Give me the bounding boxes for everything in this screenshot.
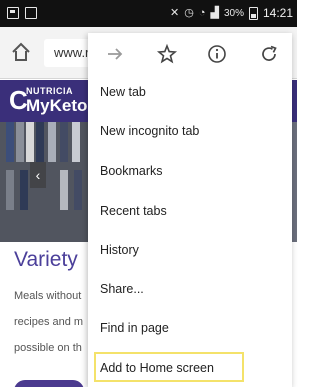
overflow-menu: New tab New incognito tab Bookmarks Rece… <box>88 33 292 387</box>
battery-percent: 30% <box>223 7 244 19</box>
page-heading: Variety <box>14 248 78 271</box>
wifi-icon: ◔ <box>198 7 206 19</box>
page-cta-button[interactable] <box>14 380 84 387</box>
menu-item-bookmarks[interactable]: Bookmarks <box>88 156 292 186</box>
menu-item-history[interactable]: History <box>88 235 292 265</box>
forward-arrow-icon[interactable] <box>104 43 126 65</box>
signal-icon: ▟ <box>210 7 219 19</box>
info-icon[interactable] <box>206 43 228 65</box>
gallery-notification-icon <box>7 7 19 19</box>
battery-icon <box>248 6 258 20</box>
menu-item-share[interactable]: Share... <box>88 274 292 304</box>
logo-mark: C <box>9 85 28 115</box>
screenshot-notification-icon <box>25 7 37 19</box>
menu-item-new-tab[interactable]: New tab <box>88 77 292 107</box>
logo-brand: NUTRICIA <box>26 86 73 96</box>
alarm-icon: ◷ <box>184 7 194 19</box>
carousel-prev-button[interactable]: ‹ <box>30 162 46 188</box>
menu-item-add-to-home-screen[interactable]: Add to Home screen <box>94 352 244 382</box>
menu-toolbar <box>88 33 292 73</box>
menu-item-find-in-page[interactable]: Find in page <box>88 313 292 343</box>
system-status: ✕ ◷ ◔ ▟ 30% 14:21 <box>170 6 293 20</box>
status-bar: ✕ ◷ ◔ ▟ 30% 14:21 <box>0 0 297 27</box>
home-icon[interactable] <box>10 41 32 63</box>
menu-item-recent-tabs[interactable]: Recent tabs <box>88 196 292 226</box>
bookshelf-image <box>0 122 100 242</box>
star-icon[interactable] <box>156 43 178 65</box>
refresh-icon[interactable] <box>258 43 280 65</box>
logo-title: MyKeto <box>26 96 88 115</box>
mute-icon: ✕ <box>170 7 180 19</box>
page-text-line: possible on th <box>14 342 82 354</box>
page-text-line: recipes and m <box>14 316 84 328</box>
page-text-line: Meals without <box>14 290 82 302</box>
menu-item-new-incognito-tab[interactable]: New incognito tab <box>88 116 292 146</box>
notification-icons <box>7 7 37 19</box>
clock: 14:21 <box>262 6 293 20</box>
